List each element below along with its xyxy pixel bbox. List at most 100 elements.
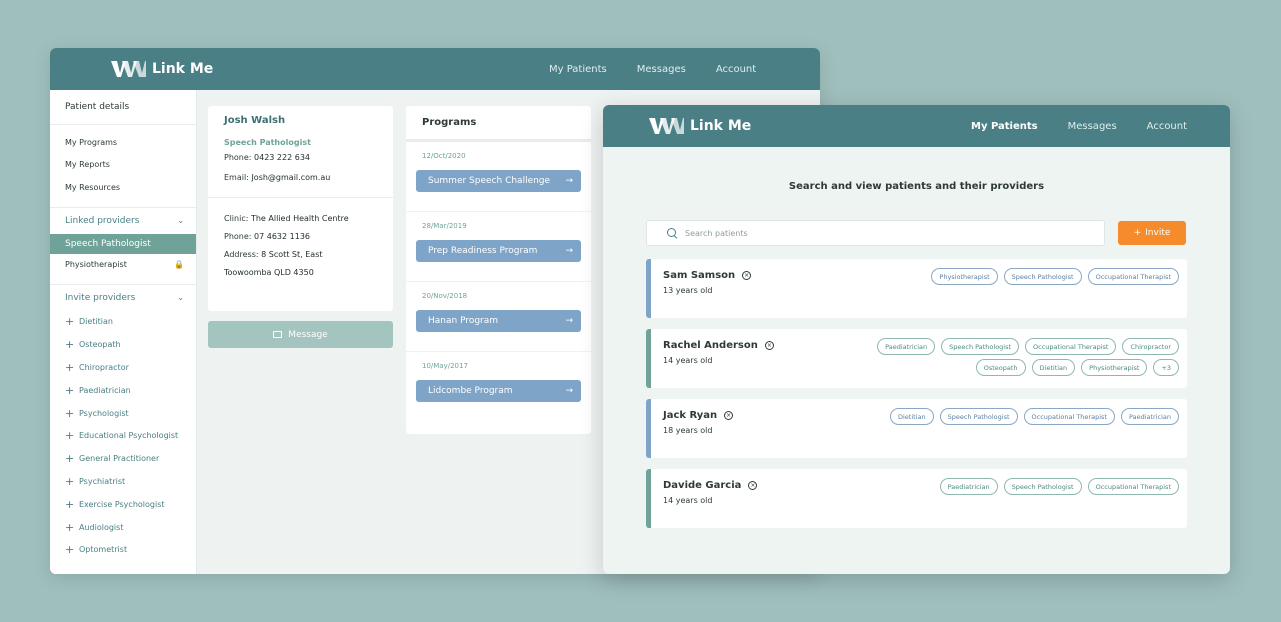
provider-name: Josh Walsh (224, 115, 286, 126)
patient-card[interactable]: Rachel Anderson × 14 years old Paediatricia… (646, 329, 1187, 388)
invite-chiropractor[interactable]: + Chiropractor (50, 356, 196, 379)
front-nav: My Patients Messages Account (971, 121, 1187, 132)
provider-tags: Dietitian Speech Pathologist Occupational … (849, 408, 1179, 425)
invite-optometrist[interactable]: + Optometrist (50, 538, 196, 561)
provider-tag[interactable]: Occupational Therapist (1087, 478, 1179, 495)
sidebar-item-my-resources[interactable]: My Resources (50, 176, 196, 199)
remove-icon[interactable]: × (724, 411, 734, 420)
provider-tag[interactable]: Speech Pathologist (941, 338, 1020, 355)
patient-card-accent (646, 469, 651, 528)
program-button[interactable]: Summer Speech Challenge → (416, 170, 581, 192)
nav-account[interactable]: Account (716, 64, 756, 75)
linked-providers-toggle[interactable]: Linked providers ⌄ (50, 208, 196, 234)
message-button[interactable]: Message (208, 321, 393, 348)
chevron-down-icon: ⌄ (177, 216, 184, 225)
linked-providers-title: Linked providers (65, 215, 140, 226)
provider-tag[interactable]: Speech Pathologist (1003, 478, 1082, 495)
program-button[interactable]: Prep Readiness Program → (416, 240, 581, 262)
invite-label: Exercise Psychologist (79, 499, 165, 509)
invite-psychiatrist[interactable]: + Psychiatrist (50, 470, 196, 493)
program-item: 10/May/2017 Lidcombe Program → (406, 352, 591, 422)
program-button[interactable]: Hanan Program → (416, 310, 581, 332)
provider-tag[interactable]: Paediatrician (1120, 408, 1179, 425)
provider-tag[interactable]: Speech Pathologist (1003, 268, 1082, 285)
provider-tag[interactable]: Dietitian (1031, 359, 1076, 376)
program-button[interactable]: Lidcombe Program → (416, 380, 581, 402)
clinic-value: The Allied Health Centre (250, 214, 349, 223)
back-nav: My Patients Messages Account (549, 64, 756, 75)
patient-card[interactable]: Davide Garcia × 14 years old Paediatrician S… (646, 469, 1187, 528)
provider-tag[interactable]: Osteopath (975, 359, 1026, 376)
provider-tag[interactable]: Chiropractor (1122, 338, 1179, 355)
provider-tag[interactable]: Paediatrician (877, 338, 936, 355)
search-box (646, 220, 1105, 246)
program-name: Summer Speech Challenge (428, 176, 551, 186)
patient-card[interactable]: Sam Samson × 13 years old Physiotherapist Sp… (646, 259, 1187, 318)
plus-icon: + (65, 429, 75, 443)
nav-messages[interactable]: Messages (637, 64, 686, 75)
patient-name-text: Davide Garcia (663, 480, 742, 491)
arrow-right-icon: → (565, 316, 573, 326)
provider-tag[interactable]: Speech Pathologist (939, 408, 1018, 425)
clinic-details: Clinic: The Allied Health Centre Phone: … (208, 198, 393, 282)
program-date: 20/Nov/2018 (422, 292, 468, 300)
sidebar-item-patient-details[interactable]: Patient details (50, 90, 196, 125)
brand-logo[interactable]: Link Me (648, 117, 751, 135)
invite-paediatrician[interactable]: + Paediatrician (50, 379, 196, 402)
provider-contact-card: Josh Walsh Speech Pathologist Phone: 042… (208, 106, 393, 311)
invite-dietitian[interactable]: + Dietitian (50, 311, 196, 334)
top-nav-bar: Link Me My Patients Messages Account (50, 48, 820, 90)
provider-email: Email: Josh@gmail.com.au (208, 165, 393, 185)
provider-tag[interactable]: Physiotherapist (931, 268, 998, 285)
linked-providers-group: Linked providers ⌄ Speech Pathologist Ph… (50, 206, 196, 276)
programs-title: Programs (406, 106, 591, 142)
invite-general-practitioner[interactable]: + General Practitioner (50, 447, 196, 470)
invite-providers-title: Invite providers (65, 292, 136, 303)
provider-tag[interactable]: Dietitian (889, 408, 934, 425)
plus-icon: + (1133, 228, 1142, 238)
patient-list: Sam Samson × 13 years old Physiotherapist Sp… (646, 259, 1187, 539)
clinic-phone-label: Phone: (224, 232, 252, 241)
invite-audiologist[interactable]: + Audiologist (50, 516, 196, 539)
remove-icon[interactable]: × (764, 341, 774, 350)
invite-exercise-psychologist[interactable]: + Exercise Psychologist (50, 493, 196, 516)
invite-label: Educational Psychologist (79, 431, 179, 441)
patient-card[interactable]: Jack Ryan × 18 years old Dietitian Speech Pa… (646, 399, 1187, 458)
nav-my-patients[interactable]: My Patients (549, 64, 607, 75)
nav-messages[interactable]: Messages (1068, 121, 1117, 132)
search-input[interactable] (685, 228, 1065, 238)
invite-providers-toggle[interactable]: Invite providers ⌄ (50, 285, 196, 311)
invite-label: Optometrist (79, 545, 128, 555)
sidebar-item-my-reports[interactable]: My Reports (50, 154, 196, 177)
provider-tag[interactable]: Physiotherapist (1081, 359, 1148, 376)
invite-osteopath[interactable]: + Osteopath (50, 333, 196, 356)
remove-icon[interactable]: × (748, 481, 758, 490)
patient-name-text: Jack Ryan (663, 410, 718, 421)
arrow-right-icon: → (565, 246, 573, 256)
linked-provider-speech-pathologist[interactable]: Speech Pathologist (50, 233, 196, 254)
invite-button[interactable]: + Invite (1118, 221, 1186, 245)
brand-logo[interactable]: Link Me (110, 60, 213, 78)
program-item: 12/Oct/2020 Summer Speech Challenge → (406, 142, 591, 212)
provider-tag[interactable]: Paediatrician (939, 478, 998, 495)
provider-tag[interactable]: Occupational Therapist (1025, 338, 1117, 355)
email-value[interactable]: Josh@gmail.com.au (251, 173, 330, 182)
link-me-logo-icon (649, 118, 684, 134)
invite-psychologist[interactable]: + Psychologist (50, 402, 196, 425)
plus-icon: + (65, 497, 75, 511)
invite-label: Psychiatrist (79, 476, 126, 486)
provider-tag[interactable]: +3 (1153, 359, 1179, 376)
invite-label: Osteopath (79, 340, 121, 350)
invite-educational-psychologist[interactable]: + Educational Psychologist (50, 424, 196, 447)
nav-my-patients[interactable]: My Patients (971, 121, 1038, 132)
address-line1: 8 Scott St, East (261, 250, 323, 259)
remove-icon[interactable]: × (742, 271, 752, 280)
linked-provider-physiotherapist[interactable]: Physiotherapist 🔒 (50, 254, 196, 276)
sidebar-item-my-programs[interactable]: My Programs (50, 131, 196, 154)
provider-tag[interactable]: Occupational Therapist (1087, 268, 1179, 285)
provider-tag[interactable]: Occupational Therapist (1023, 408, 1115, 425)
plus-icon: + (65, 338, 75, 352)
patient-name-text: Sam Samson (663, 270, 736, 281)
program-date: 12/Oct/2020 (422, 152, 466, 160)
nav-account[interactable]: Account (1147, 121, 1187, 132)
